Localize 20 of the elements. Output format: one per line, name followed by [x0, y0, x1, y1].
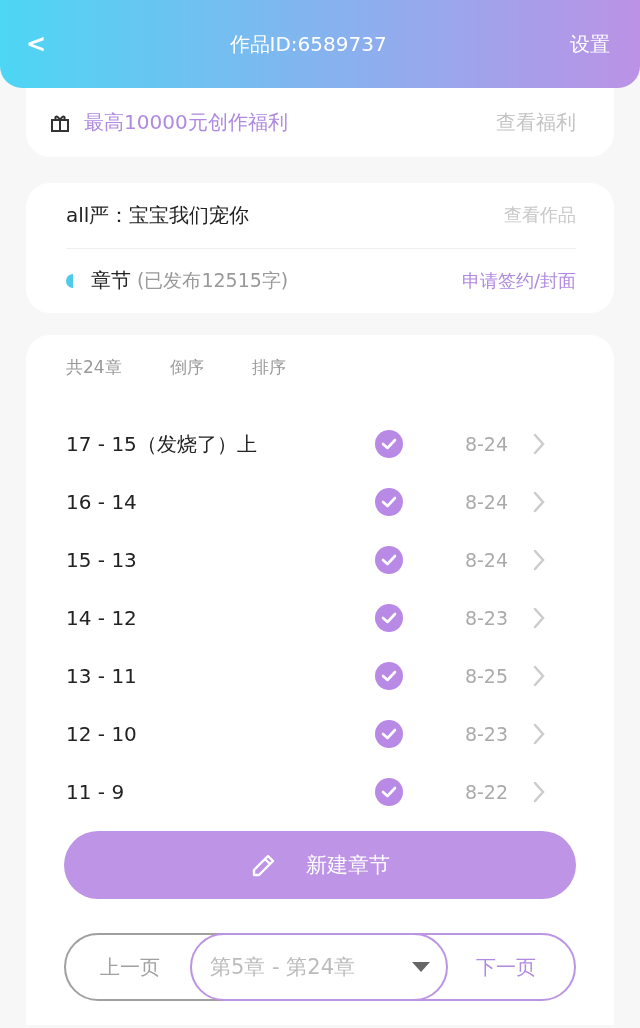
chapter-title: 11 - 9 [66, 780, 126, 804]
chapter-title: 16 - 14 [66, 490, 138, 514]
chapter-title: 15 - 13 [66, 548, 138, 572]
chapter-date: 8-24 [464, 491, 508, 513]
page-title: 作品ID:6589737 [229, 30, 387, 58]
chapter-date: 8-23 [464, 607, 508, 629]
chapter-title: 12 - 10 [66, 722, 138, 746]
word-count: (已发布12515字) [137, 267, 290, 293]
chapter-date: 8-23 [464, 723, 508, 745]
chapter-title: 17 - 15（发烧了）上 [66, 430, 258, 458]
chapter-title: 13 - 11 [66, 664, 138, 688]
chapter-date: 8-22 [464, 781, 508, 803]
chapter-date: 8-24 [464, 433, 508, 455]
section-label: 章节 [91, 267, 131, 295]
chapter-date: 8-25 [464, 665, 508, 687]
work-title: all严：宝宝我们宠你 [66, 201, 251, 229]
welfare-text: 最高10000元创作福利 [84, 109, 289, 136]
chapter-total: 共24章 [66, 355, 122, 379]
chapter-date: 8-24 [464, 549, 508, 571]
chapter-title: 14 - 12 [66, 606, 138, 630]
